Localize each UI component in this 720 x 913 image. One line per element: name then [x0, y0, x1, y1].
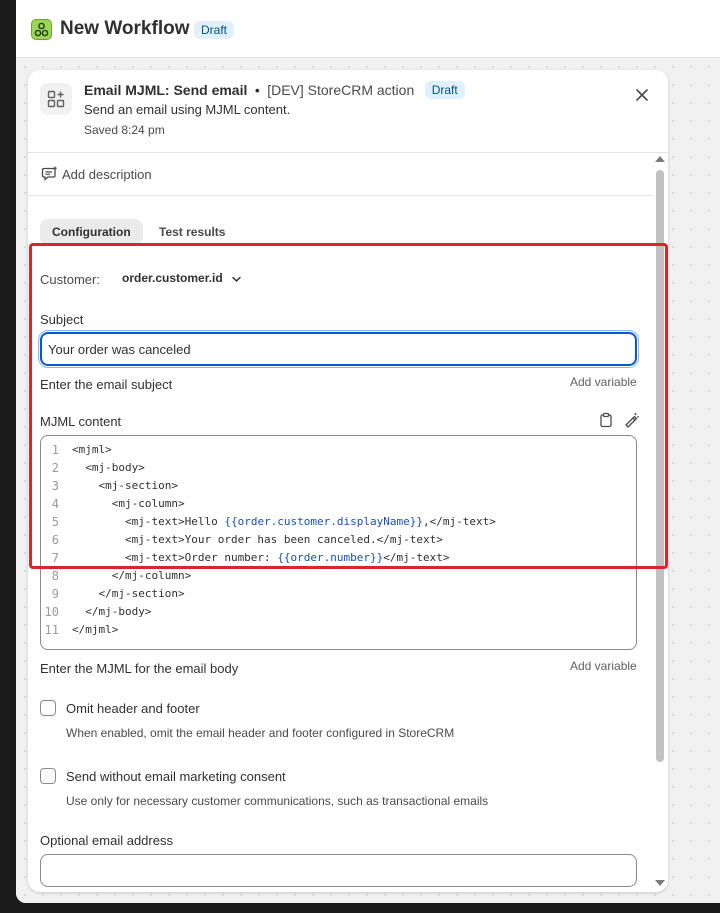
- panel-description: Send an email using MJML content.: [84, 102, 291, 117]
- title-separator: •: [254, 82, 260, 98]
- code-text: <mj-text>Your order has been canceled.</…: [72, 533, 443, 546]
- workflow-icon: [31, 19, 52, 40]
- panel-title: Email MJML: Send email: [84, 82, 248, 98]
- magic-pen-icon[interactable]: [623, 412, 639, 428]
- line-number: 11: [44, 623, 59, 637]
- mjml-add-variable-button[interactable]: Add variable: [570, 659, 637, 673]
- send-without-consent-label[interactable]: Send without email marketing consent: [66, 769, 286, 784]
- close-button[interactable]: [632, 85, 652, 105]
- code-line: 1 <mjml>: [41, 441, 631, 459]
- code-line: 8 </mj-column>: [41, 567, 631, 585]
- code-line: 3 <mj-section>: [41, 477, 631, 495]
- step-status-badge: Draft: [424, 81, 465, 99]
- code-text: <mjml>: [72, 443, 112, 456]
- mjml-code-editor[interactable]: 1 <mjml> 2 <mj-body> 3 <mj-section> 4 <mj…: [40, 435, 637, 650]
- line-number: 6: [51, 533, 59, 547]
- workflow-title: New Workflow: [60, 18, 190, 39]
- apps-grid-icon: [40, 83, 72, 115]
- omit-header-footer-checkbox[interactable]: [40, 700, 56, 716]
- mjml-content-label: MJML content: [40, 414, 122, 429]
- omit-header-footer-label[interactable]: Omit header and footer: [66, 701, 200, 716]
- code-text: <mj-section>: [72, 479, 178, 492]
- code-line: 11 </mjml>: [41, 621, 631, 639]
- scrollbar-thumb[interactable]: [656, 170, 664, 762]
- scroll-down-arrow-icon[interactable]: [655, 880, 665, 886]
- code-line: 2 <mj-body>: [41, 459, 631, 477]
- line-number: 9: [51, 587, 59, 601]
- step-config-panel: Email MJML: Send email • [DEV] StoreCRM …: [28, 70, 668, 892]
- code-line: 5 <mj-text>Hello {{order.customer.displa…: [41, 513, 631, 531]
- line-number: 3: [51, 479, 59, 493]
- line-number: 4: [51, 497, 59, 511]
- line-number: 7: [51, 551, 59, 565]
- subject-label: Subject: [40, 312, 84, 327]
- code-line: 6 <mj-text>Your order has been canceled.…: [41, 531, 631, 549]
- subject-help-text: Enter the email subject: [40, 377, 173, 392]
- code-line: 4 <mj-column>: [41, 495, 631, 513]
- line-number: 2: [51, 461, 59, 475]
- clipboard-icon[interactable]: [598, 412, 614, 428]
- code-line: 9 </mj-section>: [41, 585, 631, 603]
- customer-label: Customer:: [40, 272, 100, 287]
- workflow-status-badge: Draft: [194, 21, 235, 39]
- line-number: 5: [51, 515, 59, 529]
- chevron-down-icon[interactable]: [231, 274, 242, 285]
- code-line: 7 <mj-text>Order number: {{order.number}…: [41, 549, 631, 567]
- code-line: 10 </mj-body>: [41, 603, 631, 621]
- optional-email-label: Optional email address: [40, 833, 173, 848]
- code-text: </mjml>: [72, 623, 119, 636]
- line-number: 8: [51, 569, 59, 583]
- add-description-button[interactable]: Add description: [28, 153, 652, 196]
- customer-selector[interactable]: order.customer.id: [122, 271, 223, 285]
- panel-subtitle: [DEV] StoreCRM action: [267, 82, 415, 98]
- code-text: <mj-text>Hello {{order.customer.displayN…: [72, 515, 496, 528]
- scroll-up-arrow-icon[interactable]: [655, 156, 665, 162]
- tab-configuration[interactable]: Configuration: [40, 219, 143, 245]
- code-text: </mj-body>: [72, 605, 152, 618]
- code-text: <mj-column>: [72, 497, 185, 510]
- saved-timestamp: Saved 8:24 pm: [84, 123, 165, 137]
- tab-test-results[interactable]: Test results: [147, 219, 237, 245]
- send-without-consent-help: Use only for necessary customer communic…: [66, 794, 489, 808]
- code-text: <mj-body>: [72, 461, 145, 474]
- omit-header-footer-help: When enabled, omit the email header and …: [66, 726, 455, 740]
- panel-title-row: Email MJML: Send email • [DEV] StoreCRM …: [84, 81, 465, 100]
- optional-email-input[interactable]: [40, 854, 637, 887]
- line-number: 1: [51, 443, 59, 457]
- mjml-help-text: Enter the MJML for the email body: [40, 661, 239, 676]
- comment-icon: [41, 166, 57, 181]
- send-without-consent-checkbox[interactable]: [40, 768, 56, 784]
- code-text: </mj-column>: [72, 569, 192, 582]
- code-text: <mj-text>Order number: {{order.number}}<…: [72, 551, 450, 564]
- close-icon: [636, 89, 648, 101]
- subject-add-variable-button[interactable]: Add variable: [570, 375, 637, 389]
- subject-input[interactable]: [38, 330, 639, 368]
- add-description-label: Add description: [62, 167, 152, 182]
- panel-header: Email MJML: Send email • [DEV] StoreCRM …: [28, 70, 668, 153]
- code-text: </mj-section>: [72, 587, 185, 600]
- top-bar: New Workflow Draft: [16, 0, 720, 58]
- line-number: 10: [44, 605, 59, 619]
